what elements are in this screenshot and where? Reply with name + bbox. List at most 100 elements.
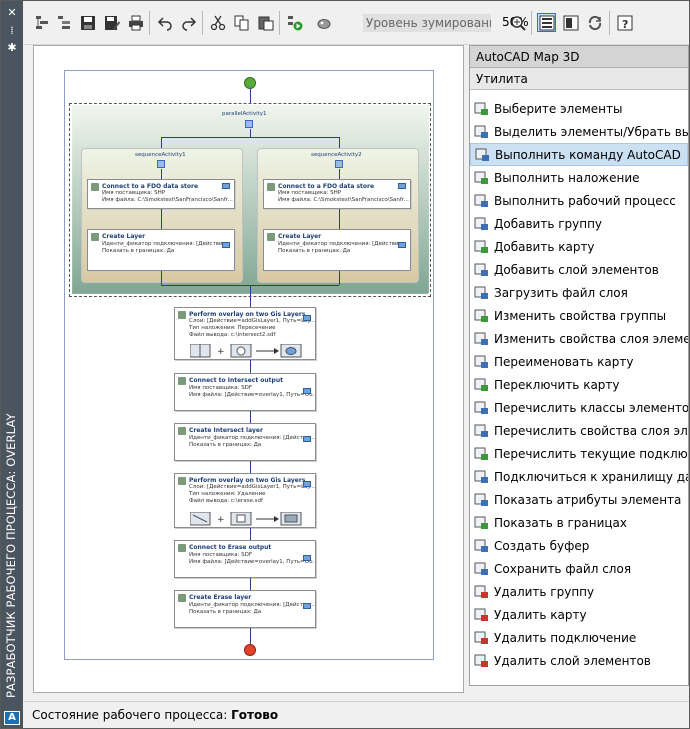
properties-icon[interactable] [303, 481, 311, 487]
activity-connect-erase[interactable]: Connect to Erase output Имя поставщика: … [174, 540, 316, 578]
properties-icon[interactable] [303, 388, 311, 394]
properties-icon[interactable] [222, 242, 230, 248]
properties-icon[interactable] [303, 436, 311, 442]
toolbar-separator [609, 11, 610, 35]
activity-overlay-1[interactable]: Perform overlay on two Gis Layers Слои: … [174, 307, 316, 360]
zoom-level-label: Уровень зумирования [366, 16, 491, 30]
del-conn-icon [474, 630, 489, 645]
settings-icon[interactable]: ✱ [7, 42, 17, 53]
properties-icon[interactable] [222, 183, 230, 189]
toolbox-item[interactable]: Выполнить команду AutoCAD [470, 143, 688, 166]
designer-canvas[interactable]: parallelActivity1 parallelActivity1 sequ… [33, 45, 464, 693]
toolbar-separator [202, 11, 203, 35]
toolbox-item-label: Удалить карту [494, 607, 587, 622]
activity-create-layer-2[interactable]: Create Layer Иденти_фикатор подключения:… [263, 229, 411, 271]
autocad-logo-icon: A [4, 711, 20, 725]
activity-title: Connect to a FDO data store [278, 183, 375, 190]
activity-create-intersect-layer[interactable]: Create Intersect layer Иденти_фикатор по… [174, 423, 316, 461]
end-icon[interactable] [244, 644, 256, 656]
toolbox-item[interactable]: Подключиться к хранилищу данных [470, 465, 688, 488]
properties-icon[interactable] [303, 315, 311, 321]
toolbox-item[interactable]: Добавить группу [470, 212, 688, 235]
zoom-level-field[interactable]: Уровень зумирования [363, 14, 491, 32]
toolbox-item[interactable]: Показать атрибуты элемента [470, 488, 688, 511]
activity-property: Файл вывода: c:\erase.sdf [189, 498, 263, 504]
paste-icon[interactable] [256, 13, 275, 32]
properties-icon[interactable] [303, 603, 311, 609]
new-workflow-icon[interactable] [32, 13, 51, 32]
activity-title: Create Intersect layer [189, 427, 263, 434]
properties-icon[interactable] [303, 555, 311, 561]
start-icon[interactable] [244, 77, 256, 89]
toolbox-item[interactable]: Добавить карту [470, 235, 688, 258]
run-workflow-icon[interactable] [285, 13, 304, 32]
toolbox-item[interactable]: Изменить свойства слоя элементов [470, 327, 688, 350]
show-properties-icon[interactable] [561, 13, 580, 32]
cut-icon[interactable] [208, 13, 227, 32]
zoom-fit-icon[interactable] [508, 13, 527, 32]
group-edit-icon [474, 308, 489, 323]
toolbox-item[interactable]: Изменить свойства группы [470, 304, 688, 327]
activity-connect-intersect[interactable]: Connect to Intersect output Имя поставщи… [174, 373, 316, 411]
toolbox-item[interactable]: Удалить группу [470, 580, 688, 603]
refresh-icon[interactable] [585, 13, 604, 32]
toolbox-item[interactable]: Удалить слой элементов [470, 649, 688, 672]
properties-icon[interactable] [398, 242, 406, 248]
activity-property: Имя файла: [Действие=overlay1, Путь=Ou..… [189, 392, 315, 398]
toolbox-item-label: Перечислить свойства слоя элементов [494, 423, 688, 438]
activity-create-layer-1[interactable]: Create Layer Иденти_фикатор подключения:… [87, 229, 235, 271]
toolbox-item[interactable]: Удалить подключение [470, 626, 688, 649]
toolbox-item-label: Выделить элементы/Убрать выделение [494, 124, 688, 139]
toolbox-item[interactable]: Выделить элементы/Убрать выделение [470, 120, 688, 143]
toolbox-item[interactable]: Показать в границах [470, 511, 688, 534]
connector [250, 578, 251, 590]
sequence-1-expand-icon[interactable] [157, 160, 165, 168]
zoom-hand-icon[interactable] [314, 13, 333, 32]
activity-create-erase-layer[interactable]: Create Erase layer Иденти_фикатор подклю… [174, 590, 316, 628]
new-sequence-icon[interactable] [54, 13, 73, 32]
activity-property: Тип наложения: Пересечение [189, 325, 276, 331]
activity-icon [267, 233, 275, 241]
print-icon[interactable] [126, 13, 145, 32]
toolbox-item[interactable]: Сохранить файл слоя [470, 557, 688, 580]
copy-icon[interactable] [232, 13, 251, 32]
connector [161, 271, 162, 285]
activity-icon [178, 594, 186, 602]
connector [250, 411, 251, 423]
activity-overlay-2[interactable]: Perform overlay on two Gis Layers Слои: … [174, 473, 316, 528]
toolbox-item[interactable]: Выполнить рабочий процесс [470, 189, 688, 212]
activity-property: Иденти_фикатор подключения: [Действи... [189, 602, 315, 608]
activity-connect-fdo-2[interactable]: Connect to a FDO data store Имя поставщи… [263, 179, 411, 209]
save-as-icon[interactable] [102, 13, 121, 32]
save-icon[interactable] [78, 13, 97, 32]
toolbox-item[interactable]: Перечислить классы элементов [470, 396, 688, 419]
toolbox-item[interactable]: Переименовать карту [470, 350, 688, 373]
toolbar-separator [279, 11, 280, 35]
parallel-expand-icon[interactable] [245, 120, 253, 128]
sequence-2-expand-icon[interactable] [335, 160, 343, 168]
help-icon[interactable]: ? [615, 13, 634, 32]
toolbox-item[interactable]: Переключить карту [470, 373, 688, 396]
activity-title: Connect to a FDO data store [102, 183, 199, 190]
toolbox-item-label: Удалить подключение [494, 630, 637, 645]
toolbox-header[interactable]: AutoCAD Map 3D [470, 46, 688, 68]
toolbox-item[interactable]: Перечислить текущие подключения [470, 442, 688, 465]
show-toolbox-icon[interactable] [537, 13, 556, 32]
toolbox-item[interactable]: Перечислить свойства слоя элементов [470, 419, 688, 442]
toolbox-item[interactable]: Загрузить файл слоя [470, 281, 688, 304]
status-bar: Состояние рабочего процесса: Готово [24, 701, 689, 728]
close-icon[interactable]: ✕ [7, 7, 17, 18]
toolbox-item[interactable]: Выберите элементы [470, 97, 688, 120]
connector [250, 528, 251, 540]
toolbox-item[interactable]: Удалить карту [470, 603, 688, 626]
toolbox-item[interactable]: Создать буфер [470, 534, 688, 557]
properties-icon[interactable] [398, 183, 406, 189]
redo-icon[interactable] [179, 13, 198, 32]
connector [250, 461, 251, 473]
toolbox-item[interactable]: Выполнить наложение [470, 166, 688, 189]
undo-icon[interactable] [155, 13, 174, 32]
toolbox-item[interactable]: Добавить слой элементов [470, 258, 688, 281]
toolbox-category[interactable]: Утилита [470, 68, 688, 90]
pin-icon[interactable]: ⁞ [7, 25, 17, 36]
activity-connect-fdo-1[interactable]: Connect to a FDO data store Имя поставщи… [87, 179, 235, 209]
